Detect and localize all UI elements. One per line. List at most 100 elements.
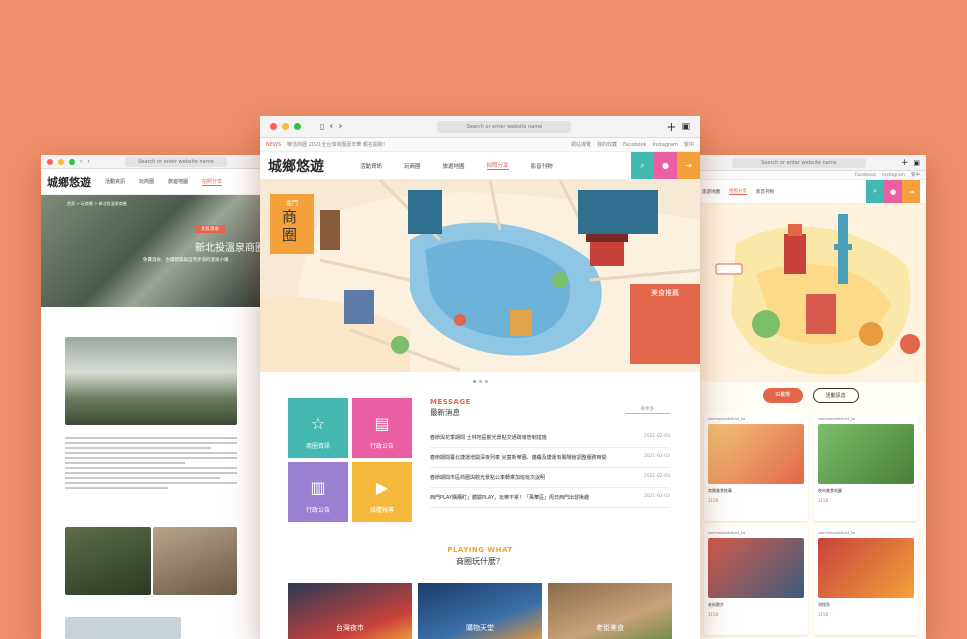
back-icon[interactable]: ‹ xyxy=(80,158,82,165)
map-icon: ▥ xyxy=(310,478,326,497)
ig-card-likes: 3150 xyxy=(708,498,719,503)
tile-district-info[interactable]: ☆ 商圈資訊 xyxy=(288,398,348,458)
ig-card[interactable]: commerciallistrict_tw 灣搜季 3150 xyxy=(814,527,918,635)
carousel-dot[interactable] xyxy=(478,380,482,383)
nav-item-play[interactable]: 玩商圈 xyxy=(404,162,421,170)
tile-announcement-2[interactable]: ▥ 行政公告 xyxy=(288,462,348,522)
more-news-link[interactable]: 看更多 xyxy=(624,406,670,414)
facebook-link[interactable]: Facebook xyxy=(855,173,876,178)
tile-label: 行政公告 xyxy=(305,507,330,514)
close-dot-icon[interactable] xyxy=(270,123,277,130)
left-hero-banner: 首頁 > 玩商圈 > 新北投溫泉商圈 北投溫泉 新北投溫泉商圈 免費溫泉、古蹟建… xyxy=(41,195,263,307)
ig-card-image xyxy=(708,538,804,598)
tile-label: 商圈資訊 xyxy=(305,443,330,450)
sidebar-icon[interactable]: ▯ xyxy=(320,122,324,131)
left-nav-item[interactable]: 旅遊地圖 xyxy=(168,178,188,185)
language-link[interactable]: 繁中 xyxy=(911,172,920,178)
right-ticker: Facebook Instagram 繁中 xyxy=(696,171,926,180)
new-tab-icon[interactable]: + xyxy=(901,158,909,168)
playing-section: PLAYING WHAT 商圈玩什麼？ xyxy=(260,546,700,567)
building-photo xyxy=(153,527,237,595)
instagram-link[interactable]: Instagram xyxy=(653,142,678,148)
hero-tag: 北投溫泉 xyxy=(195,225,225,233)
illustrated-map-banner[interactable]: 金門 商圈 美食推薦 xyxy=(260,180,700,372)
minimize-dot-icon[interactable] xyxy=(282,123,289,130)
right-nav-item[interactable]: 影音刊物 xyxy=(756,189,774,195)
ig-card[interactable]: commerciallistrict_tw 夜市美食地圖 3150 xyxy=(814,413,918,521)
nav-item-photo[interactable]: 拍照分享 xyxy=(486,161,509,170)
tile-announcement[interactable]: ▤ 行政公告 xyxy=(352,398,412,458)
back-icon[interactable]: ‹ xyxy=(329,121,333,132)
ticker-text[interactable]: 樂活商圈 2021全台灣商圈嘉年華 報名開跑！ xyxy=(287,141,388,148)
forward-icon[interactable]: › xyxy=(87,158,89,165)
video-thumb[interactable] xyxy=(65,617,181,639)
ig-card[interactable]: commerciallistrict_tw 老街散步 3150 xyxy=(704,527,808,635)
ig-card-caption: 夜市美食地圖 xyxy=(818,488,842,493)
maximize-dot-icon[interactable] xyxy=(69,158,75,165)
sitemap-link[interactable]: 網站導覽 xyxy=(571,141,591,148)
language-link[interactable]: 繁中 xyxy=(684,141,694,148)
search-icon[interactable]: ⌕ xyxy=(631,152,654,179)
user-icon[interactable]: ● xyxy=(654,152,677,179)
ig-card-likes: 3150 xyxy=(818,612,829,617)
nav-item-media[interactable]: 影音刊物 xyxy=(531,162,553,170)
left-nav-item[interactable]: 玩商圈 xyxy=(139,178,154,185)
news-item[interactable]: 春節與花季期間 士林地區觀光景點交通疏導管制措施 2021-02-03 xyxy=(430,428,670,448)
ig-card-image xyxy=(708,424,804,484)
playing-heading-en: PLAYING WHAT xyxy=(447,546,513,554)
login-icon[interactable]: ⇥ xyxy=(902,180,920,203)
right-address-bar[interactable]: Search or enter website name xyxy=(732,157,866,168)
news-date: 2021-02-03 xyxy=(643,434,670,439)
forward-icon[interactable]: › xyxy=(338,121,342,132)
left-nav-item[interactable]: 活動資訊 xyxy=(105,178,125,185)
address-bar[interactable]: Search or enter website name xyxy=(437,120,572,133)
ig-card[interactable]: commerciallistrict_tw 商圈美食推薦 3150 xyxy=(704,413,808,521)
maximize-dot-icon[interactable] xyxy=(294,123,301,130)
carousel-dot[interactable] xyxy=(484,380,488,383)
search-icon[interactable]: ⌕ xyxy=(866,180,884,203)
left-logo[interactable]: 城鄉悠遊 xyxy=(47,174,91,190)
photo-card-old-street[interactable]: 老街美食 xyxy=(548,583,672,639)
nav-item-events[interactable]: 活動資訊 xyxy=(360,162,382,170)
minimize-dot-icon[interactable] xyxy=(58,158,64,165)
map-art xyxy=(260,180,700,372)
tabs-icon[interactable]: ▣ xyxy=(681,122,690,132)
quick-link-tiles: ☆ 商圈資訊 ▤ 行政公告 ▥ 行政公告 ▶ 媒體報導 xyxy=(288,398,412,522)
favorites-link[interactable]: 我的收藏 xyxy=(597,141,617,148)
news-heading-en: MESSAGE xyxy=(430,398,471,406)
facebook-link[interactable]: Facebook xyxy=(623,142,647,148)
ig-card-user: commerciallistrict_tw xyxy=(818,417,856,421)
news-item[interactable]: 春節期間臺北捷運增開深夜列車 兒童新樂園、貓纜及捷運有關場館調整服務時間 2021… xyxy=(430,448,670,468)
photo-card-shopping[interactable]: 購物天堂 xyxy=(418,583,542,639)
tab-events[interactable]: 活動訊息 xyxy=(812,388,859,403)
left-nav-item[interactable]: 拍照分享 xyxy=(202,178,223,186)
news-item[interactable]: 春節期間市區商圈與觀光景點公車轉乘加班班次說明 2021-02-03 xyxy=(430,468,670,488)
article-text xyxy=(65,437,237,492)
right-nav-item[interactable]: 拍照分享 xyxy=(729,188,747,195)
news-ticker: NEWS 樂活商圈 2021全台灣商圈嘉年華 報名開跑！ 網站導覽 我的收藏 F… xyxy=(260,138,700,152)
right-browser-chrome: Search or enter website name + ▣ xyxy=(696,155,926,171)
new-tab-icon[interactable]: + xyxy=(666,120,676,134)
tab-ig[interactable]: IG動態 xyxy=(763,388,803,403)
left-address-bar[interactable]: Search or enter website name xyxy=(124,156,227,167)
playing-photo-row: 台灣夜市 購物天堂 老街美食 xyxy=(288,583,672,639)
carousel-dot[interactable] xyxy=(472,380,476,383)
nav-item-map[interactable]: 旅遊地圖 xyxy=(443,162,465,170)
login-icon[interactable]: ⇥ xyxy=(677,152,700,179)
instagram-link[interactable]: Instagram xyxy=(882,173,905,178)
news-title: 西門PLAY購購盯」體驗PLAY，玩樂不累！「萬華區」周日西門出發揪趣 xyxy=(430,495,590,501)
tile-media-report[interactable]: ▶ 媒體報導 xyxy=(352,462,412,522)
user-icon[interactable]: ● xyxy=(884,180,902,203)
ig-card-user: commerciallistrict_tw xyxy=(708,417,746,421)
news-date: 2021-02-03 xyxy=(643,494,670,499)
left-browser-chrome: ‹ › Search or enter website name xyxy=(41,155,263,169)
forest-photo xyxy=(65,527,151,595)
news-item[interactable]: 西門PLAY購購盯」體驗PLAY，玩樂不累！「萬華區」周日西門出發揪趣 2021-… xyxy=(430,488,670,508)
tabs-icon[interactable]: ▣ xyxy=(913,159,920,167)
photo-card-night-market[interactable]: 台灣夜市 xyxy=(288,583,412,639)
hot-spring-photo xyxy=(65,337,237,425)
site-logo[interactable]: 城鄉悠遊 xyxy=(268,156,324,176)
right-nav-item[interactable]: 旅遊地圖 xyxy=(702,189,720,195)
close-dot-icon[interactable] xyxy=(47,158,53,165)
map-badge: 商圈 xyxy=(282,208,298,244)
